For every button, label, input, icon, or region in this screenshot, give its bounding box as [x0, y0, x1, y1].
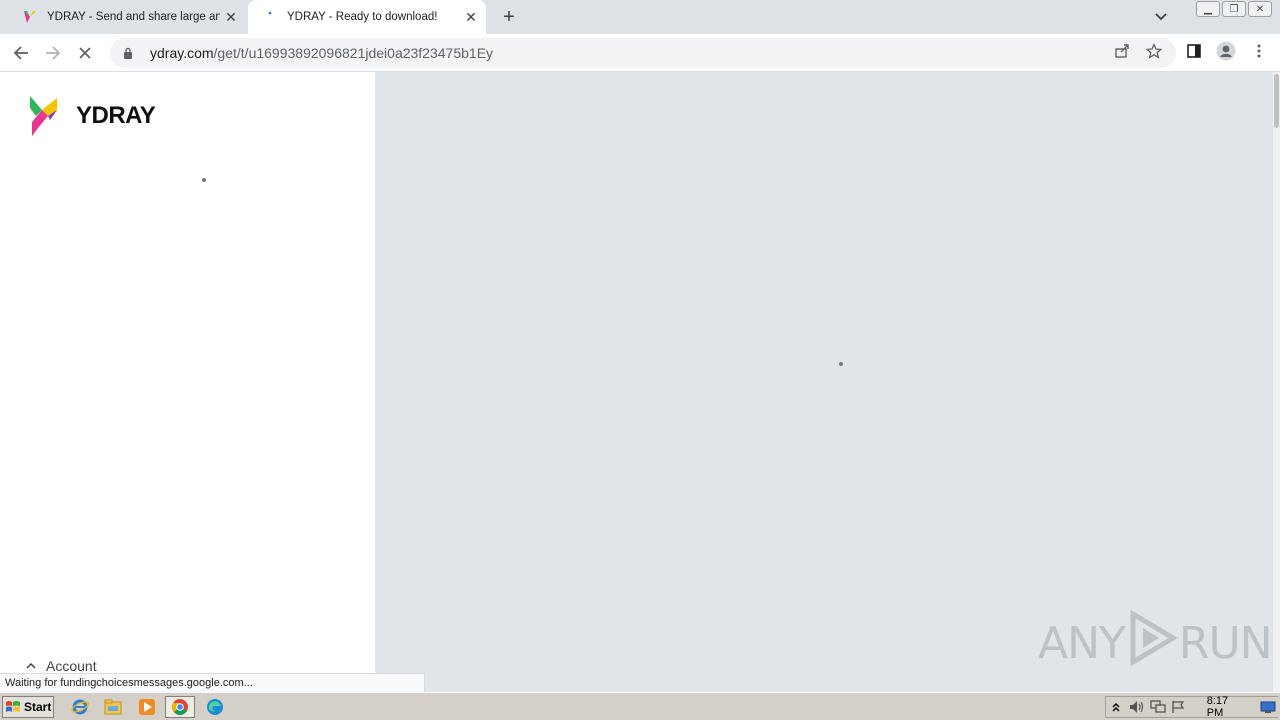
ydray-logo[interactable]: YDRAY — [30, 96, 156, 136]
plus-icon[interactable]: + — [498, 6, 520, 28]
close-icon[interactable]: ✕ — [220, 6, 242, 28]
show-desktop-icon[interactable] — [1257, 701, 1278, 713]
scrollbar-thumb[interactable] — [1274, 74, 1279, 128]
page-scrollbar[interactable] — [1273, 72, 1280, 692]
lock-icon[interactable] — [120, 47, 136, 59]
explorer-icon[interactable] — [102, 697, 124, 717]
share-icon[interactable] — [1110, 39, 1134, 63]
chevron-up-icon — [26, 660, 36, 672]
ie-icon[interactable] — [69, 697, 91, 717]
chevron-down-icon[interactable] — [1150, 6, 1172, 28]
stop-loading-icon[interactable] — [72, 40, 98, 66]
url-host: ydray.com — [150, 45, 214, 61]
tab-title: YDRAY - Send and share large and b — [47, 11, 220, 23]
taskbar: Start 8:17 PM — [0, 692, 1280, 720]
edge-icon[interactable] — [204, 697, 226, 717]
account-toggle[interactable]: Account — [26, 658, 97, 674]
tab-title: YDRAY - Ready to download! — [287, 11, 438, 23]
start-label: Start — [24, 700, 52, 714]
close-icon[interactable]: ✕ — [460, 6, 482, 28]
account-label: Account — [46, 658, 97, 674]
restore-button[interactable]: ❐ — [1222, 1, 1246, 17]
loading-spinner — [839, 362, 843, 366]
right-panel — [375, 72, 1273, 692]
forward-arrow-icon[interactable] — [40, 40, 66, 66]
watermark-left: ANY — [1038, 618, 1126, 669]
status-bubble: Waiting for fundingchoicesmessages.googl… — [0, 673, 425, 692]
minimize-button[interactable]: ▁ — [1196, 1, 1220, 17]
tray-expand-icon[interactable] — [1106, 702, 1127, 712]
volume-icon[interactable] — [1127, 700, 1148, 714]
watermark-play-icon — [1127, 609, 1178, 677]
windows-flag-icon — [5, 699, 21, 715]
tab-strip: YDRAY - Send and share large and b ✕ YDR… — [0, 0, 1280, 34]
tab-ydray-send[interactable]: YDRAY - Send and share large and b ✕ — [8, 0, 246, 34]
profile-icon[interactable] — [1214, 39, 1238, 63]
clock[interactable]: 8:17 PM — [1207, 695, 1246, 719]
page-content: YDRAY Account — [0, 72, 1280, 692]
loading-spinner — [202, 178, 206, 182]
tab-ydray-download[interactable]: YDRAY - Ready to download! ✕ — [248, 0, 486, 34]
menu-dots-icon[interactable] — [1247, 39, 1271, 63]
url-path: /get/t/u16993892096821jdei0a23f23475b1Ey — [213, 45, 494, 61]
window-controls: ▁ ❐ ✕ — [1196, 1, 1272, 17]
ydray-logo-mark — [30, 96, 57, 136]
media-player-icon[interactable] — [136, 697, 158, 717]
side-panel-icon[interactable] — [1182, 39, 1206, 63]
ydray-favicon — [22, 9, 38, 25]
url-text: ydray.com/get/t/u16993892096821jdei0a23f… — [150, 45, 493, 61]
back-arrow-icon[interactable] — [8, 40, 34, 66]
flag-icon[interactable] — [1168, 700, 1189, 714]
browser-toolbar: ydray.com/get/t/u16993892096821jdei0a23f… — [0, 34, 1280, 72]
anyrun-watermark: ANY RUN — [1038, 609, 1273, 677]
watermark-right: RUN — [1178, 618, 1273, 669]
system-tray: 8:17 PM — [1105, 695, 1278, 719]
start-button[interactable]: Start — [2, 696, 54, 718]
chrome-icon[interactable] — [165, 696, 195, 718]
loading-favicon — [262, 9, 278, 25]
network-icon[interactable] — [1147, 700, 1168, 714]
address-bar[interactable]: ydray.com/get/t/u16993892096821jdei0a23f… — [110, 38, 1176, 68]
close-window-button[interactable]: ✕ — [1248, 1, 1272, 17]
star-icon[interactable] — [1142, 39, 1166, 63]
logo-text: YDRAY — [76, 102, 156, 129]
left-panel: YDRAY Account — [0, 72, 375, 692]
